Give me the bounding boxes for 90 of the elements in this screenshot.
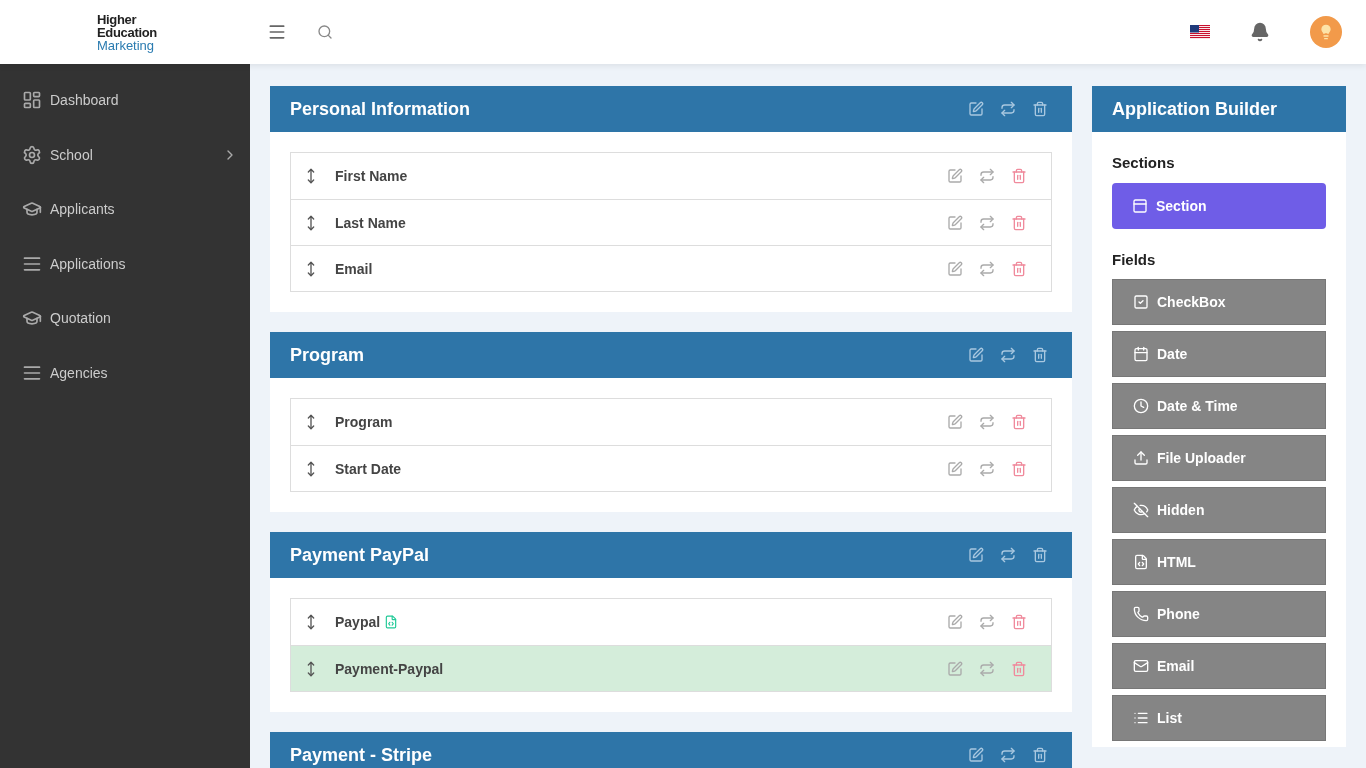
field-button[interactable]: File Uploader: [1112, 435, 1326, 481]
calendar-icon: [1133, 346, 1149, 362]
mail-icon: [1133, 658, 1149, 674]
field-label: Email: [335, 259, 373, 279]
edit-icon[interactable]: [947, 614, 963, 630]
field-button[interactable]: List: [1112, 695, 1326, 741]
sidebar-label: Quotation: [50, 309, 112, 329]
section-title: Payment PayPal: [290, 544, 431, 567]
edit-icon[interactable]: [947, 660, 963, 677]
field-label: Payment-Paypal: [335, 659, 444, 679]
edit-icon[interactable]: [968, 547, 984, 563]
field-button[interactable]: Date: [1112, 331, 1326, 377]
delete-icon[interactable]: [1011, 614, 1027, 630]
edit-icon[interactable]: [947, 260, 963, 277]
edit-icon[interactable]: [968, 747, 984, 763]
eye-off-icon: [1133, 502, 1149, 518]
delete-icon[interactable]: [1032, 747, 1048, 763]
delete-icon[interactable]: [1011, 168, 1027, 184]
field-button[interactable]: HTML: [1112, 539, 1326, 585]
delete-icon[interactable]: [1011, 660, 1027, 677]
avatar[interactable]: [1310, 16, 1342, 48]
sidebar-item[interactable]: Applications: [0, 236, 250, 291]
field-button[interactable]: Hidden: [1112, 487, 1326, 533]
section-title: Program: [290, 344, 366, 367]
field-label: Start Date: [335, 459, 402, 479]
dashboard-icon: [22, 90, 42, 111]
field-button[interactable]: Date & Time: [1112, 383, 1326, 429]
repeat-icon[interactable]: [979, 614, 995, 630]
sidebar-item[interactable]: Applicants: [0, 182, 250, 237]
list-icon: [1133, 710, 1149, 726]
edit-icon[interactable]: [968, 101, 984, 117]
field-button[interactable]: CheckBox: [1112, 279, 1326, 325]
repeat-icon[interactable]: [979, 460, 995, 477]
sidebar-label: School: [50, 145, 94, 165]
field-label: Paypal: [335, 613, 381, 632]
repeat-icon[interactable]: [1000, 747, 1016, 763]
field-label: First Name: [335, 167, 408, 186]
edit-icon[interactable]: [947, 214, 963, 231]
builder-title: Application Builder: [1112, 98, 1277, 121]
checkbox-icon: [1133, 294, 1149, 310]
delete-icon[interactable]: [1032, 101, 1048, 117]
delete-icon[interactable]: [1011, 414, 1027, 430]
section-title: Payment - Stripe: [290, 744, 434, 767]
edit-icon[interactable]: [947, 414, 963, 430]
edit-icon[interactable]: [968, 347, 984, 363]
edit-icon[interactable]: [947, 168, 963, 184]
html-badge-icon: [384, 615, 399, 629]
delete-icon[interactable]: [1032, 547, 1048, 563]
html-icon: [1133, 554, 1149, 570]
sidebar-item[interactable]: Dashboard: [0, 73, 250, 128]
field-label: Last Name: [335, 213, 406, 233]
section-button[interactable]: Section: [1112, 182, 1326, 229]
delete-icon[interactable]: [1011, 460, 1027, 477]
repeat-icon[interactable]: [1000, 547, 1016, 563]
repeat-icon[interactable]: [979, 414, 995, 430]
sidebar-label: Applications: [50, 254, 127, 274]
settings-icon: [22, 144, 42, 165]
menu-icon[interactable]: [267, 22, 287, 42]
edit-icon[interactable]: [947, 460, 963, 477]
repeat-icon[interactable]: [979, 260, 995, 277]
upload-icon: [1133, 450, 1149, 466]
clock-icon: [1133, 398, 1149, 414]
repeat-icon[interactable]: [979, 660, 995, 677]
delete-icon[interactable]: [1032, 347, 1048, 363]
bell-icon[interactable]: [1250, 22, 1270, 42]
sidebar-label: Dashboard: [50, 91, 120, 111]
flag-icon[interactable]: [1190, 25, 1210, 39]
delete-icon[interactable]: [1011, 260, 1027, 277]
sidebar-item[interactable]: School: [0, 127, 250, 182]
section-icon: [1132, 197, 1148, 214]
field-button[interactable]: Phone: [1112, 591, 1326, 637]
sidebar-item[interactable]: Quotation: [0, 291, 250, 346]
phone-icon: [1133, 606, 1149, 622]
field-row[interactable]: Payment-Paypal: [291, 645, 1051, 691]
field-label: Program: [335, 413, 393, 432]
lightbulb-icon: [1318, 24, 1334, 40]
field-button[interactable]: Email: [1112, 643, 1326, 689]
repeat-icon[interactable]: [979, 214, 995, 231]
fields-heading: Fields: [1112, 249, 1157, 270]
sidebar-label: Agencies: [50, 363, 109, 383]
logo[interactable]: Higher Education Marketing: [0, 12, 250, 52]
delete-icon[interactable]: [1011, 214, 1027, 231]
search-icon[interactable]: [317, 24, 333, 40]
sidebar-label: Applicants: [50, 200, 116, 220]
sections-heading: Sections: [1112, 153, 1176, 173]
section-title: Personal Information: [290, 98, 472, 121]
repeat-icon[interactable]: [1000, 101, 1016, 117]
repeat-icon[interactable]: [979, 168, 995, 184]
repeat-icon[interactable]: [1000, 347, 1016, 363]
sidebar-item[interactable]: Agencies: [0, 345, 250, 400]
